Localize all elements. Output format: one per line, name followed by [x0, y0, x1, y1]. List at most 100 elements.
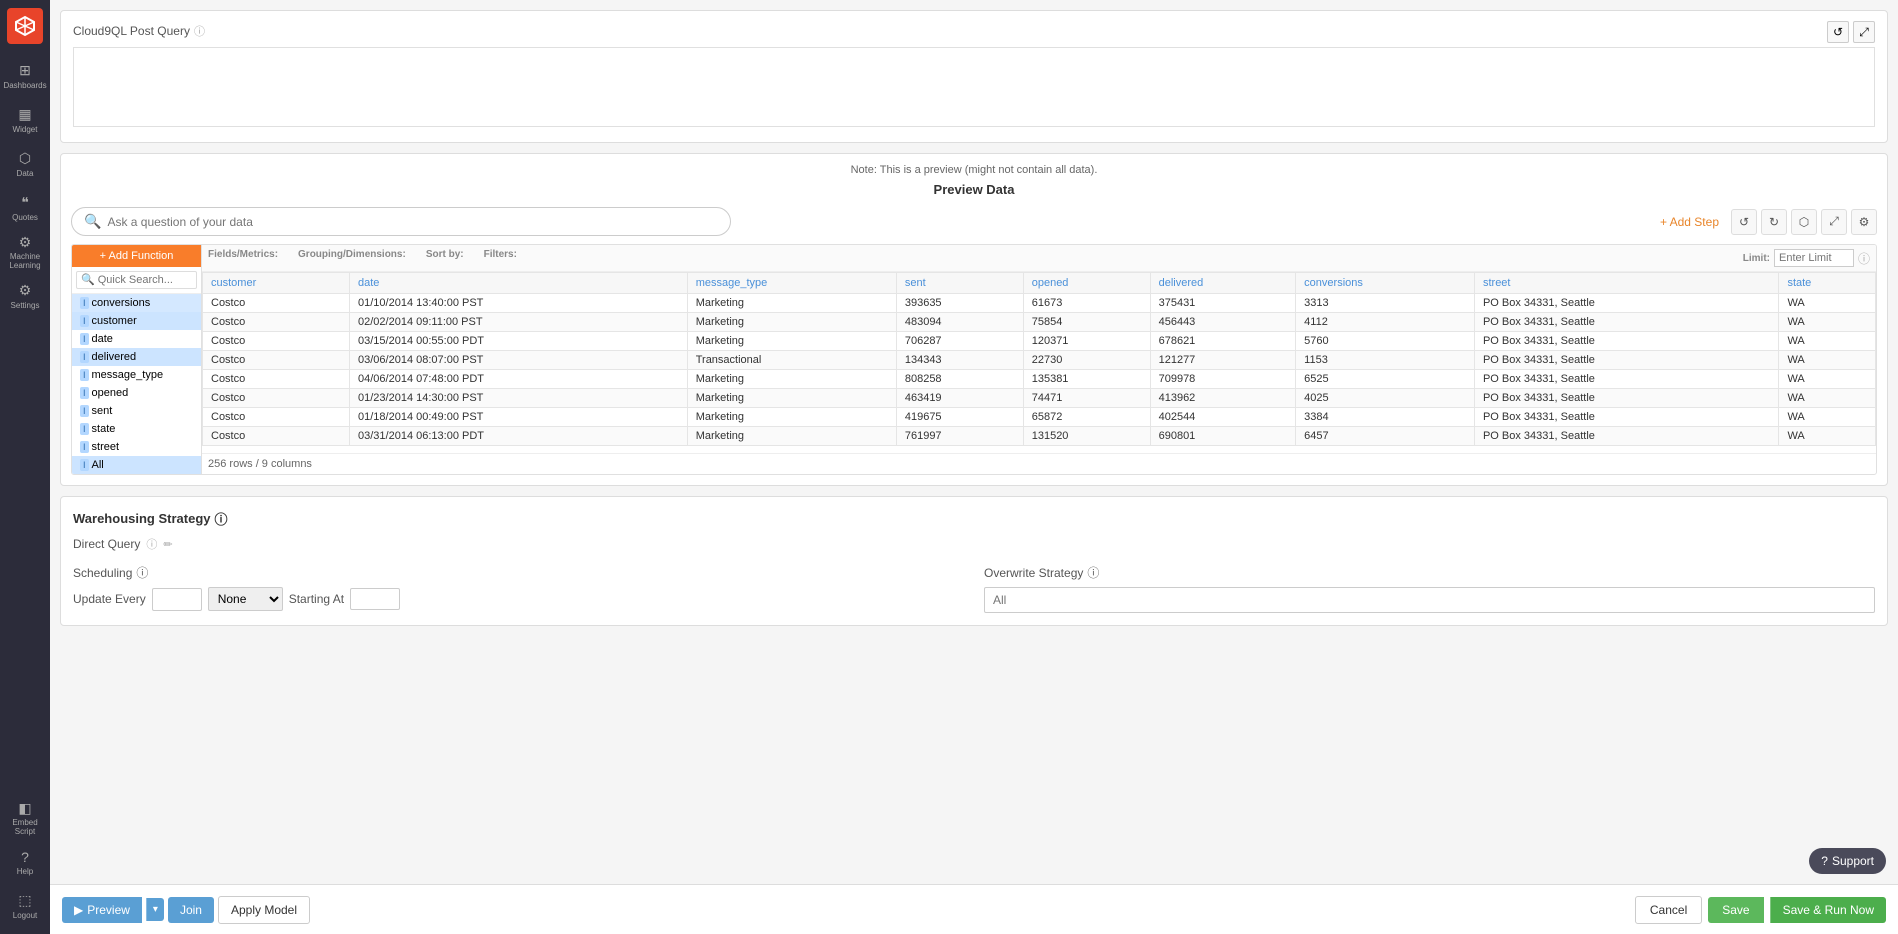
warehousing-section: Warehousing Strategy ⓘ Direct Query ⓘ ✏ … [60, 496, 1888, 626]
direct-query-edit-icon[interactable]: ✏ [163, 538, 172, 551]
col-header-delivered[interactable]: delivered [1150, 273, 1296, 294]
starting-at-input[interactable] [350, 588, 400, 610]
table-cell: 65872 [1023, 408, 1150, 427]
field-item-sent[interactable]: I sent [72, 402, 201, 420]
col-header-conversions[interactable]: conversions [1296, 273, 1475, 294]
sidebar-item-widget[interactable]: ▦ Widget [5, 100, 45, 140]
add-step-button[interactable]: + Add Step [1652, 211, 1727, 233]
preview-caret-button[interactable]: ▾ [146, 898, 164, 921]
table-cell: PO Box 34331, Seattle [1474, 408, 1778, 427]
ai-search-input[interactable] [107, 215, 718, 229]
frequency-select[interactable]: None Hourly Daily Weekly Monthly [208, 587, 283, 611]
field-item-opened[interactable]: I opened [72, 384, 201, 402]
overwrite-help-icon: ⓘ [1087, 564, 1099, 581]
field-item-delivered[interactable]: I delivered [72, 348, 201, 366]
sidebar-item-ml[interactable]: ⚙ Machine Learning [5, 232, 45, 272]
sidebar-item-data[interactable]: ⬡ Data [5, 144, 45, 184]
col-header-message-type[interactable]: message_type [687, 273, 896, 294]
expand-button[interactable]: ⤢ [1821, 209, 1847, 235]
redo-button[interactable]: ↻ [1761, 209, 1787, 235]
table-cell: Costco [203, 389, 350, 408]
preview-icon: ▶ [74, 903, 83, 917]
col-header-customer[interactable]: customer [203, 273, 350, 294]
field-search-input[interactable] [76, 271, 197, 289]
table-cell: WA [1779, 351, 1876, 370]
table-cell: 03/15/2014 00:55:00 PDT [350, 332, 688, 351]
table-cell: 75854 [1023, 313, 1150, 332]
col-header-state[interactable]: state [1779, 273, 1876, 294]
logo[interactable] [7, 8, 43, 44]
preview-button[interactable]: ▶ Preview [62, 897, 142, 923]
table-cell: 01/23/2014 14:30:00 PST [350, 389, 688, 408]
sidebar-item-embed[interactable]: ◧ Embed Script [5, 798, 45, 838]
apply-model-button[interactable]: Apply Model [218, 896, 310, 924]
table-cell: Marketing [687, 313, 896, 332]
table-cell: 74471 [1023, 389, 1150, 408]
col-header-street[interactable]: street [1474, 273, 1778, 294]
table-cell: 4025 [1296, 389, 1475, 408]
table-cell: PO Box 34331, Seattle [1474, 351, 1778, 370]
table-cell: Costco [203, 427, 350, 446]
table-cell: 03/06/2014 08:07:00 PST [350, 351, 688, 370]
table-cell: PO Box 34331, Seattle [1474, 294, 1778, 313]
table-cell: Costco [203, 313, 350, 332]
sidebar-item-help[interactable]: ? Help [5, 842, 45, 882]
col-header-sent[interactable]: sent [896, 273, 1023, 294]
join-button[interactable]: Join [168, 897, 214, 923]
field-item-customer[interactable]: I customer [72, 312, 201, 330]
sidebar-item-logout[interactable]: ⬚ Logout [5, 886, 45, 926]
field-list: + Add Function I conversions I customer [72, 245, 202, 474]
settings-button[interactable]: ⚙ [1851, 209, 1877, 235]
chart-button[interactable]: ⬡ [1791, 209, 1817, 235]
warehousing-help-icon: ⓘ [214, 509, 227, 528]
table-cell: 402544 [1150, 408, 1296, 427]
table-cell: Costco [203, 351, 350, 370]
ai-search-bar[interactable]: 🔍 [71, 207, 731, 236]
table-cell: PO Box 34331, Seattle [1474, 427, 1778, 446]
limit-input[interactable] [1774, 249, 1854, 267]
table-cell: 709978 [1150, 370, 1296, 389]
scroll-area: Cloud9QL Post Query ⓘ ↺ ⤢ Note: This is … [50, 0, 1898, 884]
table-row: Costco02/02/2014 09:11:00 PSTMarketing48… [203, 313, 1876, 332]
add-function-button[interactable]: + Add Function [72, 245, 201, 267]
update-every-input[interactable] [152, 588, 202, 611]
table-cell: 5760 [1296, 332, 1475, 351]
data-table: customer date message_type sent opened d… [202, 272, 1876, 446]
query-textarea[interactable] [73, 47, 1875, 127]
save-run-button[interactable]: Save & Run Now [1770, 897, 1886, 923]
save-button[interactable]: Save [1708, 897, 1763, 923]
support-button[interactable]: ? Support [1809, 848, 1886, 874]
sidebar-item-settings[interactable]: ⚙ Settings [5, 276, 45, 316]
table-cell: 4112 [1296, 313, 1475, 332]
cancel-button[interactable]: Cancel [1635, 896, 1702, 924]
table-cell: 01/10/2014 13:40:00 PST [350, 294, 688, 313]
field-item-date[interactable]: I date [72, 330, 201, 348]
field-item-state[interactable]: I state [72, 420, 201, 438]
table-cell: PO Box 34331, Seattle [1474, 332, 1778, 351]
table-cell: WA [1779, 389, 1876, 408]
col-header-opened[interactable]: opened [1023, 273, 1150, 294]
sidebar-item-quotes[interactable]: ❝ Quotes [5, 188, 45, 228]
field-item-all[interactable]: I All [72, 456, 201, 474]
table-cell: Marketing [687, 332, 896, 351]
query-card: Cloud9QL Post Query ⓘ ↺ ⤢ [60, 10, 1888, 143]
preview-section: Note: This is a preview (might not conta… [60, 153, 1888, 486]
overwrite-section: Overwrite Strategy ⓘ [984, 564, 1875, 613]
field-item-conversions[interactable]: I conversions [72, 294, 201, 312]
table-cell: PO Box 34331, Seattle [1474, 389, 1778, 408]
table-row: Costco01/18/2014 00:49:00 PSTMarketing41… [203, 408, 1876, 427]
refresh-button[interactable]: ↺ [1731, 209, 1757, 235]
col-header-date[interactable]: date [350, 273, 688, 294]
ml-icon: ⚙ [19, 234, 32, 251]
preview-title: Preview Data [71, 182, 1877, 197]
field-item-street[interactable]: I street [72, 438, 201, 456]
query-reset-button[interactable]: ↺ [1827, 21, 1849, 43]
field-item-message-type[interactable]: I message_type [72, 366, 201, 384]
query-expand-button[interactable]: ⤢ [1853, 21, 1875, 43]
table-cell: Marketing [687, 389, 896, 408]
overwrite-title: Overwrite Strategy ⓘ [984, 564, 1875, 581]
table-row: Costco03/06/2014 08:07:00 PSTTransaction… [203, 351, 1876, 370]
overwrite-input[interactable] [984, 587, 1875, 613]
sidebar-item-dashboards[interactable]: ⊞ Dashboards [5, 56, 45, 96]
table-cell: 131520 [1023, 427, 1150, 446]
